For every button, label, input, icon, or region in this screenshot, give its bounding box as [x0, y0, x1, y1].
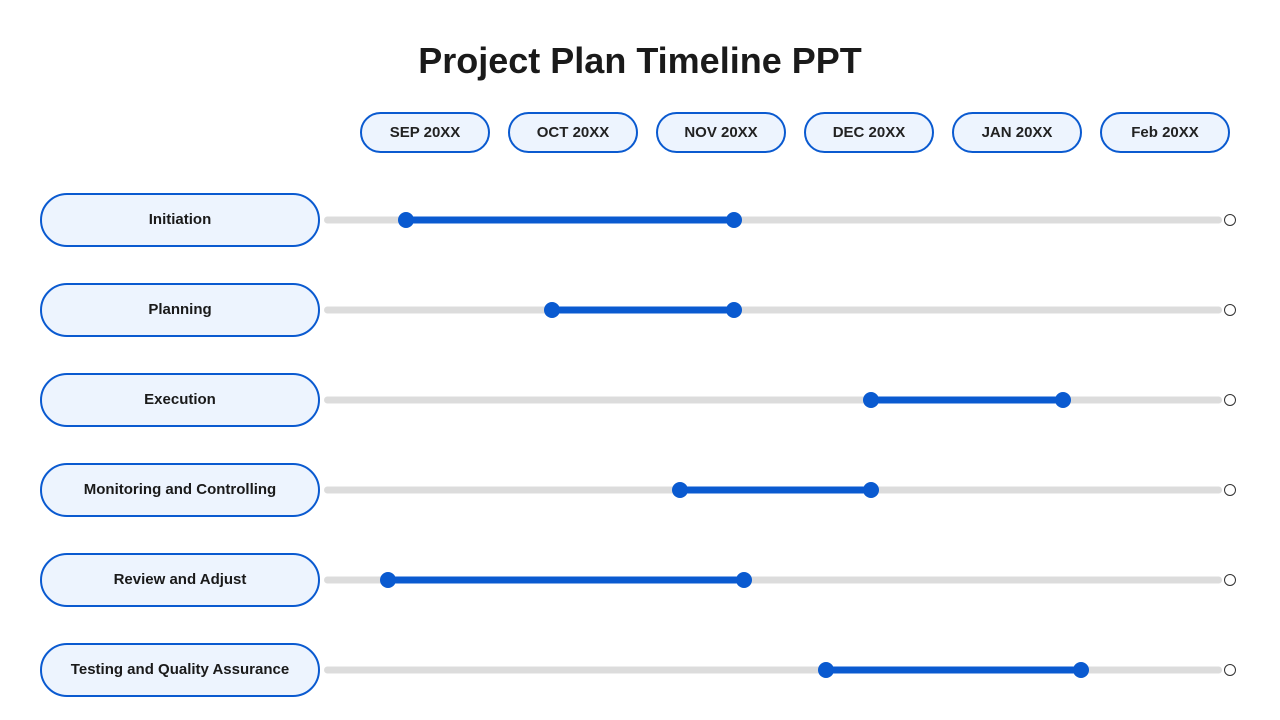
timeline-track	[324, 213, 1236, 227]
bar-end-dot	[726, 302, 742, 318]
phase-label: Testing and Quality Assurance	[40, 643, 320, 697]
phase-label: Execution	[40, 373, 320, 427]
timeline-track	[324, 393, 1236, 407]
phase-label: Review and Adjust	[40, 553, 320, 607]
track-end-circle-icon	[1224, 484, 1236, 496]
timeline-rows: Initiation Planning Execution	[40, 193, 1240, 697]
bar-start-dot	[380, 572, 396, 588]
timeline-row: Planning	[40, 283, 1240, 337]
track-end-circle-icon	[1224, 574, 1236, 586]
track-background	[324, 397, 1222, 404]
bar-end-dot	[1055, 392, 1071, 408]
gantt-bar	[388, 577, 744, 584]
timeline-track	[324, 483, 1236, 497]
slide-title: Project Plan Timeline PPT	[40, 40, 1240, 82]
bar-start-dot	[398, 212, 414, 228]
gantt-bar	[680, 487, 872, 494]
month-pill: Feb 20XX	[1100, 112, 1230, 153]
month-pill: SEP 20XX	[360, 112, 490, 153]
gantt-bar	[871, 397, 1063, 404]
bar-start-dot	[672, 482, 688, 498]
bar-start-dot	[863, 392, 879, 408]
timeline-track	[324, 573, 1236, 587]
phase-label: Monitoring and Controlling	[40, 463, 320, 517]
track-end-circle-icon	[1224, 394, 1236, 406]
slide: Project Plan Timeline PPT SEP 20XX OCT 2…	[0, 0, 1280, 720]
bar-end-dot	[1073, 662, 1089, 678]
month-pill: JAN 20XX	[952, 112, 1082, 153]
timeline-row: Monitoring and Controlling	[40, 463, 1240, 517]
month-pill: NOV 20XX	[656, 112, 786, 153]
gantt-bar	[406, 217, 734, 224]
gantt-bar	[552, 307, 734, 314]
timeline-track	[324, 663, 1236, 677]
timeline-row: Execution	[40, 373, 1240, 427]
timeline-track	[324, 303, 1236, 317]
bar-end-dot	[863, 482, 879, 498]
bar-end-dot	[726, 212, 742, 228]
month-pill: DEC 20XX	[804, 112, 934, 153]
track-end-circle-icon	[1224, 214, 1236, 226]
bar-start-dot	[818, 662, 834, 678]
months-row: SEP 20XX OCT 20XX NOV 20XX DEC 20XX JAN …	[360, 112, 1240, 153]
phase-label: Initiation	[40, 193, 320, 247]
gantt-bar	[826, 667, 1081, 674]
bar-start-dot	[544, 302, 560, 318]
timeline-row: Review and Adjust	[40, 553, 1240, 607]
track-end-circle-icon	[1224, 664, 1236, 676]
track-background	[324, 307, 1222, 314]
month-pill: OCT 20XX	[508, 112, 638, 153]
timeline-row: Testing and Quality Assurance	[40, 643, 1240, 697]
track-end-circle-icon	[1224, 304, 1236, 316]
bar-end-dot	[736, 572, 752, 588]
phase-label: Planning	[40, 283, 320, 337]
timeline-row: Initiation	[40, 193, 1240, 247]
